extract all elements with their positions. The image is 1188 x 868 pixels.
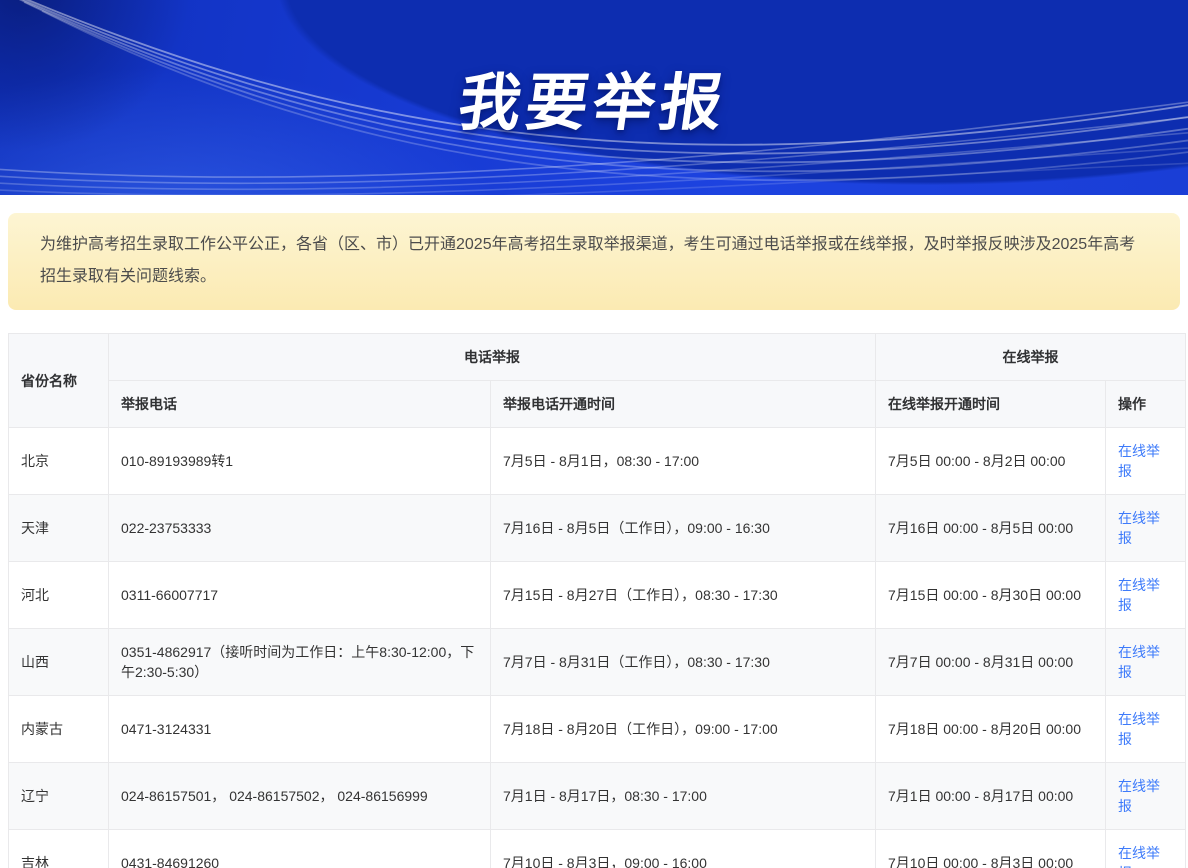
action-cell: 在线举报 <box>1106 830 1186 868</box>
header-phone-group: 电话举报 <box>109 334 876 381</box>
table-row: 吉林0431-846912607月10日 - 8月3日，09:00 - 16:0… <box>9 830 1186 868</box>
online-report-link[interactable]: 在线举报 <box>1118 644 1160 680</box>
table-body: 北京010-89193989转17月5日 - 8月1日，08:30 - 17:0… <box>9 428 1186 868</box>
notice-box: 为维护高考招生录取工作公平公正，各省（区、市）已开通2025年高考招生录取举报渠… <box>8 213 1180 310</box>
hero-banner: 我要举报 <box>0 0 1188 195</box>
province-cell: 北京 <box>9 428 109 495</box>
phone-time-cell: 7月15日 - 8月27日（工作日），08:30 - 17:30 <box>491 562 876 629</box>
phone-time-cell: 7月7日 - 8月31日（工作日），08:30 - 17:30 <box>491 629 876 696</box>
phone-time-cell: 7月1日 - 8月17日，08:30 - 17:00 <box>491 763 876 830</box>
online-report-link[interactable]: 在线举报 <box>1118 845 1160 868</box>
province-cell: 天津 <box>9 495 109 562</box>
table-row: 内蒙古0471-31243317月18日 - 8月20日（工作日），09:00 … <box>9 696 1186 763</box>
province-cell: 河北 <box>9 562 109 629</box>
report-table-container: 省份名称 电话举报 在线举报 举报电话 举报电话开通时间 在线举报开通时间 操作… <box>8 333 1180 868</box>
header-province: 省份名称 <box>9 334 109 428</box>
phone-time-cell: 7月10日 - 8月3日，09:00 - 16:00 <box>491 830 876 868</box>
province-cell: 吉林 <box>9 830 109 868</box>
phone-time-cell: 7月5日 - 8月1日，08:30 - 17:00 <box>491 428 876 495</box>
table-row: 北京010-89193989转17月5日 - 8月1日，08:30 - 17:0… <box>9 428 1186 495</box>
action-cell: 在线举报 <box>1106 495 1186 562</box>
online-report-link[interactable]: 在线举报 <box>1118 577 1160 613</box>
online-time-cell: 7月16日 00:00 - 8月5日 00:00 <box>876 495 1106 562</box>
online-report-link[interactable]: 在线举报 <box>1118 778 1160 814</box>
table-row: 河北0311-660077177月15日 - 8月27日（工作日），08:30 … <box>9 562 1186 629</box>
report-channels-table: 省份名称 电话举报 在线举报 举报电话 举报电话开通时间 在线举报开通时间 操作… <box>8 333 1186 868</box>
phone-time-cell: 7月16日 - 8月5日（工作日），09:00 - 16:30 <box>491 495 876 562</box>
table-header: 省份名称 电话举报 在线举报 举报电话 举报电话开通时间 在线举报开通时间 操作 <box>9 334 1186 428</box>
online-report-link[interactable]: 在线举报 <box>1118 510 1160 546</box>
online-report-link[interactable]: 在线举报 <box>1118 711 1160 747</box>
header-online-time: 在线举报开通时间 <box>876 381 1106 428</box>
action-cell: 在线举报 <box>1106 696 1186 763</box>
header-online-group: 在线举报 <box>876 334 1186 381</box>
action-cell: 在线举报 <box>1106 629 1186 696</box>
online-time-cell: 7月1日 00:00 - 8月17日 00:00 <box>876 763 1106 830</box>
table-row: 辽宁024-86157501， 024-86157502， 024-861569… <box>9 763 1186 830</box>
phone-cell: 022-23753333 <box>109 495 491 562</box>
online-time-cell: 7月18日 00:00 - 8月20日 00:00 <box>876 696 1106 763</box>
phone-cell: 0471-3124331 <box>109 696 491 763</box>
action-cell: 在线举报 <box>1106 428 1186 495</box>
online-time-cell: 7月5日 00:00 - 8月2日 00:00 <box>876 428 1106 495</box>
header-action: 操作 <box>1106 381 1186 428</box>
online-report-link[interactable]: 在线举报 <box>1118 443 1160 479</box>
phone-cell: 010-89193989转1 <box>109 428 491 495</box>
header-phone: 举报电话 <box>109 381 491 428</box>
province-cell: 山西 <box>9 629 109 696</box>
phone-cell: 0431-84691260 <box>109 830 491 868</box>
phone-cell: 024-86157501， 024-86157502， 024-86156999 <box>109 763 491 830</box>
page-title: 我要举报 <box>0 52 1188 142</box>
phone-cell: 0311-66007717 <box>109 562 491 629</box>
table-row: 山西0351-4862917（接听时间为工作日：上午8:30-12:00，下午2… <box>9 629 1186 696</box>
table-row: 天津022-237533337月16日 - 8月5日（工作日），09:00 - … <box>9 495 1186 562</box>
action-cell: 在线举报 <box>1106 562 1186 629</box>
province-cell: 辽宁 <box>9 763 109 830</box>
online-time-cell: 7月7日 00:00 - 8月31日 00:00 <box>876 629 1106 696</box>
header-phone-time: 举报电话开通时间 <box>491 381 876 428</box>
phone-cell: 0351-4862917（接听时间为工作日：上午8:30-12:00，下午2:3… <box>109 629 491 696</box>
online-time-cell: 7月10日 00:00 - 8月3日 00:00 <box>876 830 1106 868</box>
action-cell: 在线举报 <box>1106 763 1186 830</box>
online-time-cell: 7月15日 00:00 - 8月30日 00:00 <box>876 562 1106 629</box>
phone-time-cell: 7月18日 - 8月20日（工作日），09:00 - 17:00 <box>491 696 876 763</box>
province-cell: 内蒙古 <box>9 696 109 763</box>
notice-text: 为维护高考招生录取工作公平公正，各省（区、市）已开通2025年高考招生录取举报渠… <box>40 229 1148 293</box>
